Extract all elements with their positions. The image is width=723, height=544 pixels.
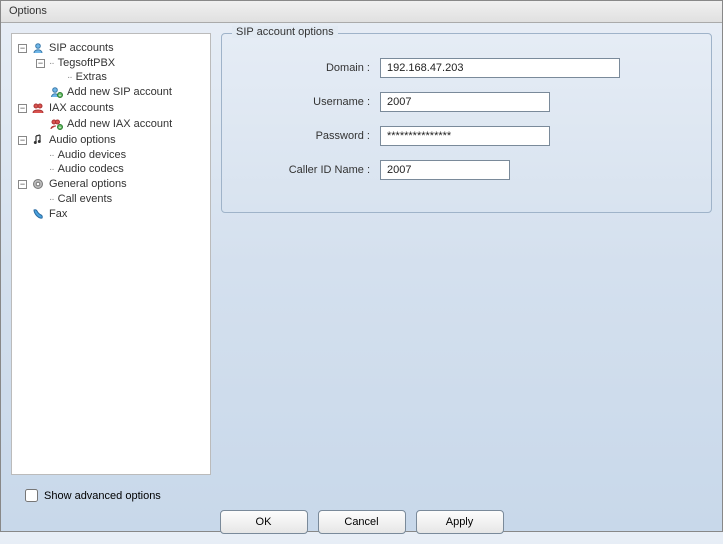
tree-call-events[interactable]: ·· Call events xyxy=(16,192,206,206)
username-label: Username : xyxy=(240,96,380,108)
tree-tegsoftpbx[interactable]: − ·· TegsoftPBX xyxy=(16,56,206,70)
user-icon xyxy=(31,41,45,55)
groupbox-title: SIP account options xyxy=(232,26,338,38)
advanced-options-label: Show advanced options xyxy=(44,490,161,502)
cancel-button[interactable]: Cancel xyxy=(318,510,406,534)
svg-text:+: + xyxy=(59,125,62,131)
bottom-bar: Show advanced options OK Cancel Apply xyxy=(1,485,722,544)
advanced-options-row: Show advanced options xyxy=(15,489,708,502)
tree-label: Audio devices xyxy=(58,149,127,161)
gear-icon xyxy=(31,177,45,191)
tree-label: General options xyxy=(49,178,127,190)
tree-label: SIP accounts xyxy=(49,42,114,54)
ok-button[interactable]: OK xyxy=(220,510,308,534)
tree-label: Audio codecs xyxy=(58,163,124,175)
tree-label: IAX accounts xyxy=(49,102,114,114)
tree-fax[interactable]: Fax xyxy=(16,206,206,222)
right-panel: SIP account options Domain : Username : … xyxy=(221,33,712,475)
password-input[interactable] xyxy=(380,126,550,146)
domain-label: Domain : xyxy=(240,62,380,74)
titlebar: Options xyxy=(1,1,722,23)
domain-input[interactable] xyxy=(380,58,620,78)
expander-icon[interactable]: − xyxy=(18,44,27,53)
tree-label: Add new IAX account xyxy=(67,118,172,130)
tree-connector-icon: ·· xyxy=(67,72,72,83)
password-label: Password : xyxy=(240,130,380,142)
row-callerid: Caller ID Name : xyxy=(240,160,693,180)
tree-label: Audio options xyxy=(49,134,116,146)
tree-connector-icon: ·· xyxy=(49,164,54,175)
tree-audio-devices[interactable]: ·· Audio devices xyxy=(16,148,206,162)
expander-icon[interactable]: − xyxy=(18,104,27,113)
callerid-label: Caller ID Name : xyxy=(240,164,380,176)
advanced-options-checkbox[interactable] xyxy=(25,489,38,502)
tree-iax-accounts[interactable]: − IAX accounts xyxy=(16,100,206,116)
tree-audio-options[interactable]: − Audio options xyxy=(16,132,206,148)
sip-account-options-group: SIP account options Domain : Username : … xyxy=(221,33,712,213)
tree-add-iax-account[interactable]: + Add new IAX account xyxy=(16,116,206,132)
window-title: Options xyxy=(9,5,47,17)
phone-icon xyxy=(31,207,45,221)
tree-connector-icon: ·· xyxy=(49,58,54,69)
users-add-icon: + xyxy=(49,117,63,131)
tree-sip-accounts[interactable]: − SIP accounts xyxy=(16,40,206,56)
row-username: Username : xyxy=(240,92,693,112)
tree-general-options[interactable]: − General options xyxy=(16,176,206,192)
tree-extras[interactable]: ·· Extras xyxy=(16,70,206,84)
tree-label: Extras xyxy=(76,71,107,83)
tree-label: Call events xyxy=(58,193,112,205)
tree-label: TegsoftPBX xyxy=(58,57,115,69)
expander-icon[interactable]: − xyxy=(18,180,27,189)
content-area: − SIP accounts − ·· TegsoftPBX ·· Extras… xyxy=(1,23,722,485)
tree-connector-icon: ·· xyxy=(49,150,54,161)
username-input[interactable] xyxy=(380,92,550,112)
row-password: Password : xyxy=(240,126,693,146)
expander-icon[interactable]: − xyxy=(18,136,27,145)
callerid-input[interactable] xyxy=(380,160,510,180)
options-tree[interactable]: − SIP accounts − ·· TegsoftPBX ·· Extras… xyxy=(11,33,211,475)
tree-label: Fax xyxy=(49,208,67,220)
tree-audio-codecs[interactable]: ·· Audio codecs xyxy=(16,162,206,176)
dialog-buttons: OK Cancel Apply xyxy=(15,510,708,534)
row-domain: Domain : xyxy=(240,58,693,78)
expander-icon[interactable]: − xyxy=(36,59,45,68)
tree-label: Add new SIP account xyxy=(67,86,172,98)
svg-text:+: + xyxy=(59,93,62,99)
users-icon xyxy=(31,101,45,115)
apply-button[interactable]: Apply xyxy=(416,510,504,534)
music-note-icon xyxy=(31,133,45,147)
tree-add-sip-account[interactable]: + Add new SIP account xyxy=(16,84,206,100)
user-add-icon: + xyxy=(49,85,63,99)
tree-connector-icon: ·· xyxy=(49,194,54,205)
